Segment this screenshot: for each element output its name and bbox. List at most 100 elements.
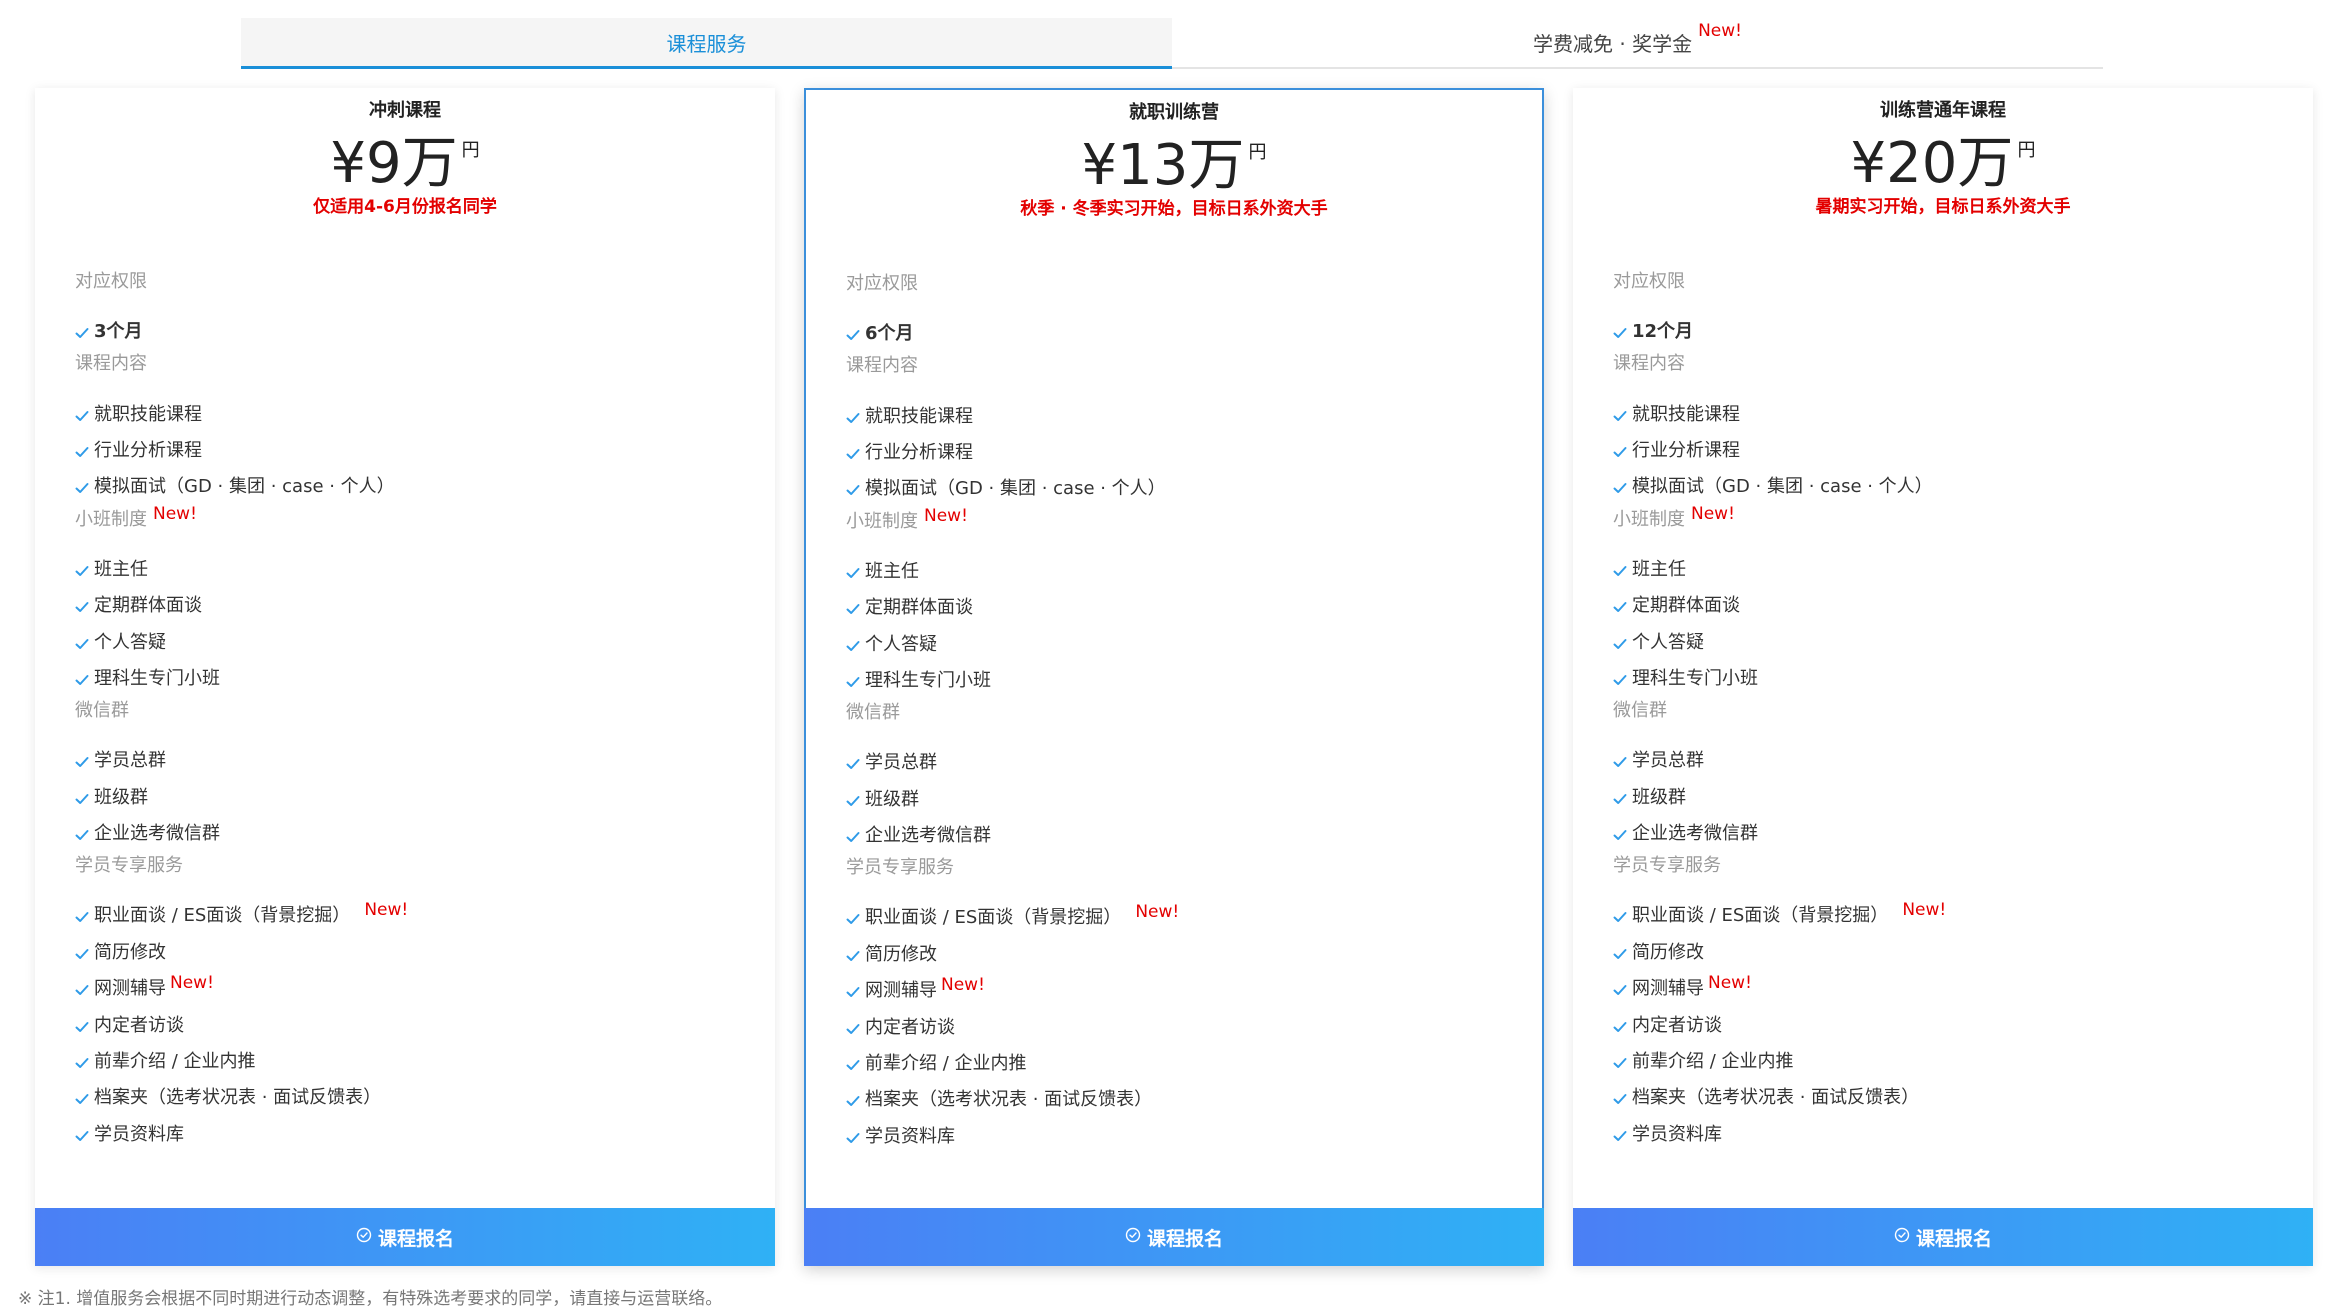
feature-item: 模拟面试（GD · 集团 · case · 个人） [75,469,755,505]
checkmark-icon [1613,1056,1627,1070]
feature-item: 定期群体面谈 [846,590,1522,626]
price-unit: 円 [461,140,480,161]
section-heading: 学员专享服务 [75,852,755,898]
feature-item: 班级群 [75,780,755,816]
feature-label: 简历修改 [1632,941,1704,963]
feature-item: 行业分析课程 [1613,433,2293,469]
tab-course-service[interactable]: 课程服务 [241,18,1172,69]
feature-item: 就职技能课程 [75,396,755,432]
feature-label: 班主任 [865,560,919,582]
checkmark-icon [1613,637,1627,651]
feature-item: 网测辅导 New! [846,973,1522,1009]
feature-label: 行业分析课程 [1632,439,1740,461]
feature-label: 内定者访谈 [94,1014,184,1036]
checkmark-icon [1613,983,1627,997]
price-amount: ¥13万 [1081,133,1245,198]
feature-item: 班级群 [1613,780,2293,816]
feature-label: 定期群体面谈 [94,595,202,617]
checkmark-icon [1613,564,1627,578]
feature-item: 档案夹（选考状况表 · 面试反馈表） [1613,1080,2293,1116]
check-circle-icon [1894,1226,1916,1248]
feature-label: 个人答疑 [94,631,166,653]
feature-label: 职业面谈 / ES面谈（背景挖掘） [1632,905,1889,927]
checkmark-icon [846,1094,860,1108]
feature-item: 前辈介绍 / 企业内推 [1613,1044,2293,1080]
section-heading: 对应权限 [75,268,755,314]
checkmark-icon [846,794,860,808]
tab-label: 学费减免 · 奖学金 [1533,32,1693,56]
feature-label: 前辈介绍 / 企业内推 [94,1051,256,1073]
feature-label: 班级群 [1632,786,1686,808]
checkmark-icon [75,947,89,961]
new-badge: New! [1691,503,1735,524]
signup-label: 课程报名 [1915,1227,1992,1250]
feature-item: 学员总群 [1613,743,2293,779]
feature-label: 理科生专门小班 [865,669,991,691]
feature-label: 档案夹（选考状况表 · 面试反馈表） [865,1089,1153,1111]
section-label: 课程内容 [1613,353,1685,375]
section-label: 对应权限 [1613,271,1685,292]
feature-label: 就职技能课程 [1632,403,1740,425]
section-heading: 课程内容 [846,352,1522,398]
feature-item: 理科生专门小班 [846,663,1522,699]
checkmark-icon [1613,755,1627,769]
card-title: 训练营通年课程 [1880,100,2006,121]
checkmark-icon [846,483,860,497]
feature-item: 企业选考微信群 [75,816,755,852]
section-label: 课程内容 [75,353,147,375]
feature-label: 学员资料库 [1632,1123,1722,1145]
signup-button[interactable]: 课程报名 [1573,1208,2313,1266]
pricing-card: 就职训练营 ¥13万円秋季 · 冬季实习开始，目标日系外资大手 对应权限 6个月 课程内… [804,88,1544,1266]
price: ¥20万円 [1573,136,2313,192]
checkmark-icon [75,481,89,495]
feature-label: 学员总群 [865,752,937,774]
feature-item: 档案夹（选考状况表 · 面试反馈表） [846,1082,1522,1118]
feature-item: 内定者访谈 [846,1009,1522,1045]
new-badge: New! [364,900,409,921]
section-label: 对应权限 [75,271,147,292]
checkmark-icon [75,673,89,687]
price-amount: ¥9万 [330,131,458,196]
feature-item: 12个月 [1613,314,2293,350]
feature-item: 理科生专门小班 [75,661,755,697]
section-label: 小班制度 [846,510,918,532]
feature-list: 对应权限 12个月 课程内容 就职技能课程 行业分析课程 模拟面试（GD · 集团 · c… [1613,268,2293,1153]
feature-item: 学员资料库 [75,1117,755,1153]
checkmark-icon [75,564,89,578]
checkmark-icon [1613,1129,1627,1143]
feature-item: 企业选考微信群 [1613,816,2293,852]
price-unit: 円 [1248,142,1267,163]
new-badge: New! [941,975,985,996]
feature-item: 行业分析课程 [846,435,1522,471]
new-badge: New! [1708,973,1752,994]
checkmark-icon [75,445,89,459]
checkmark-icon [1613,409,1627,423]
feature-label: 行业分析课程 [865,441,973,463]
checkmark-icon [1613,1092,1627,1106]
feature-label: 简历修改 [865,943,937,965]
price: ¥9万円 [35,136,775,192]
checkmark-icon [1613,481,1627,495]
feature-label: 班级群 [865,788,919,810]
checkmark-icon [846,985,860,999]
checkmark-icon [1613,947,1627,961]
feature-label: 个人答疑 [865,633,937,655]
checkmark-icon [75,1092,89,1106]
checkmark-icon [1613,792,1627,806]
footnote: ※ 注1. 增值服务会根据不同时期进行动态调整，有特殊选考要求的同学，请直接与运… [18,1289,723,1309]
checkmark-icon [846,328,860,342]
tab-tuition-scholarship[interactable]: 学费减免 · 奖学金 New! [1172,18,2103,67]
section-label: 微信群 [846,702,900,724]
tab-label: 课程服务 [666,31,747,56]
feature-item: 班级群 [846,782,1522,818]
section-heading: 微信群 [1613,697,2293,743]
signup-button[interactable]: 课程报名 [804,1208,1544,1266]
feature-label: 3个月 [94,321,143,343]
new-badge: New! [153,503,197,524]
section-heading: 学员专享服务 [1613,852,2293,898]
section-label: 微信群 [75,700,129,722]
section-heading: 微信群 [75,697,755,743]
feature-list: 对应权限 3个月 课程内容 就职技能课程 行业分析课程 模拟面试（GD · 集团 · ca… [75,268,755,1153]
signup-button[interactable]: 课程报名 [35,1208,775,1266]
feature-label: 定期群体面谈 [865,597,973,619]
